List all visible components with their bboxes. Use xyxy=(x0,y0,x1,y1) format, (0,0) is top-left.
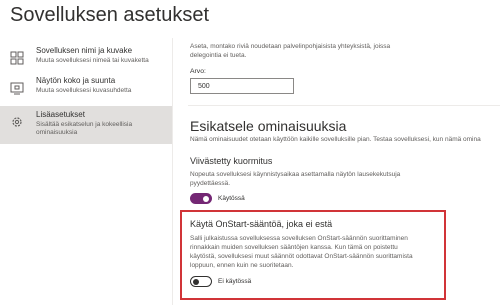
sidebar-item-sublabel: Sisältää esikatselun ja kokeellisia omin… xyxy=(36,121,133,136)
sidebar-item-label: Näytön koko ja suunta xyxy=(36,76,116,85)
preview-description: Nämä ominaisuudet otetaan käyttöön kaiki… xyxy=(190,136,481,143)
gear-icon xyxy=(12,117,22,127)
delayed-load-description: Nopeuta sovelluksesi käynnistysaikaa ase… xyxy=(190,171,401,187)
sidebar-item-sublabel: Muuta sovelluksesi nimeä tai kuvaketta xyxy=(36,57,149,64)
sidebar-item-label: Lisäasetukset xyxy=(36,110,85,119)
section-divider xyxy=(188,105,500,106)
delayed-load-toggle-label: Käytössä xyxy=(218,195,245,202)
sidebar-item-advanced[interactable]: Lisäasetukset Sisältää esikatselun ja ko… xyxy=(0,106,172,144)
app-tile-icon xyxy=(10,51,24,65)
screen-size-icon xyxy=(10,82,24,95)
preview-heading: Esikatsele ominaisuuksia xyxy=(190,118,347,134)
sidebar-item-sublabel: Muuta sovelluksesi kuvasuhdetta xyxy=(36,87,132,94)
settings-sidebar: Sovelluksen nimi ja kuvake Muuta sovellu… xyxy=(0,38,172,305)
sidebar-item-app-name-icon[interactable]: Sovelluksen nimi ja kuvake Muuta sovellu… xyxy=(0,42,172,76)
highlight-box xyxy=(180,210,446,300)
row-limit-input[interactable]: 500 xyxy=(190,78,294,94)
toggle-knob xyxy=(203,195,209,202)
row-limit-description: Aseta, montako riviä noudetaan palvelinp… xyxy=(190,43,391,59)
delayed-load-title: Viivästetty kuormitus xyxy=(190,156,273,166)
sidebar-item-label: Sovelluksen nimi ja kuvake xyxy=(36,46,133,55)
divider xyxy=(172,38,173,305)
sidebar-item-screen-size[interactable]: Näytön koko ja suunta Muuta sovelluksesi… xyxy=(0,72,172,106)
row-limit-label: Arvo: xyxy=(190,68,206,75)
delayed-load-toggle[interactable] xyxy=(190,193,212,204)
